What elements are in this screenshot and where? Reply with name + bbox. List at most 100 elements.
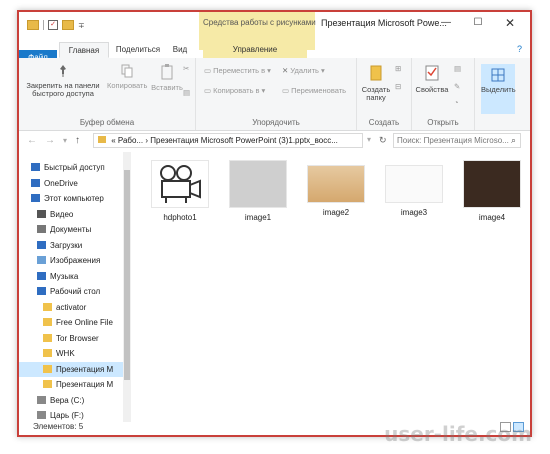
file-name: image4 [478,213,506,222]
nav-item[interactable]: Презентация M [19,361,123,377]
cut-icon[interactable]: ✂ [183,64,189,73]
qat-dropdown-icon[interactable]: ∓ [78,21,85,30]
nav-item[interactable]: WHK [19,346,123,361]
nav-item-label: Презентация M [56,364,114,374]
watermark: user-life.com [384,422,532,446]
nav-item[interactable]: Изображения [19,253,123,268]
nav-item-label: Free Online File [56,318,113,327]
back-icon[interactable]: ← [27,135,37,146]
paste-button[interactable]: Вставить [151,64,183,92]
address-current[interactable]: Презентация Microsoft PowerPoint (3)1.pp… [150,136,338,145]
paste-shortcut-icon[interactable]: ▤ [183,88,190,97]
new-folder-large-icon [359,64,393,84]
nav-item[interactable]: OneDrive [19,176,123,191]
music-icon [37,271,46,280]
pictures-icon [37,256,46,264]
open-icon[interactable]: ▤ [454,64,461,73]
forward-icon[interactable]: → [45,135,55,146]
nav-item-label: Презентация M [56,380,114,389]
nav-item[interactable]: Вера (C:) [19,393,123,408]
navigation-pane: Быстрый доступ OneDrive Этот компьютер Виде… [19,152,123,422]
copy-icon [107,64,147,80]
tab-home[interactable]: Главная [59,42,109,58]
file-name: image1 [244,213,272,222]
ribbon: Закрепить на панели быстрого доступа Коп… [19,58,530,131]
image-thumbnail [385,165,443,203]
rename-label: Переименовать [291,86,347,95]
nav-scrollbar[interactable] [123,152,131,422]
file-item[interactable]: hdphoto1 [141,160,219,222]
easy-access-icon[interactable]: ⊟ [395,82,401,91]
file-item[interactable]: image3 [375,160,453,217]
tab-view[interactable]: Вид [167,42,193,58]
nav-item[interactable]: Этот компьютер [19,191,123,206]
rename-button[interactable]: ▭ Переименовать [282,86,346,95]
nav-item[interactable]: Free Online File [19,315,123,330]
file-item[interactable]: image1 [219,160,297,222]
up-icon[interactable]: ↑ [75,135,80,146]
context-tab-label: Средства работы с рисунками [203,18,316,27]
copy-to-icon: ▭ [204,86,212,95]
nav-item[interactable]: Документы [19,222,123,237]
recent-dropdown-icon[interactable]: ▾ [63,136,67,145]
drive-icon [37,411,46,419]
image-thumbnail [229,160,287,208]
window-title: Презентация Microsoft Powe... [321,18,447,28]
select-label: Выделить [481,85,516,94]
pin-button[interactable]: Закрепить на панели быстрого доступа [23,64,103,98]
window-controls: — ☐ ✕ [430,14,526,34]
search-icon[interactable]: ⌕ [511,135,516,146]
organize-group: ▭ Переместить в ▾ ▭ Копировать в ▾ ✕ Удалит… [196,58,357,130]
folder-icon [43,318,52,326]
edit-icon[interactable]: ✎ [454,82,460,91]
nav-item-label: WHK [56,349,75,358]
new-item-icon[interactable]: ⊞ [395,64,401,73]
file-item[interactable]: image4 [453,160,530,222]
rename-icon: ▭ [282,86,290,95]
nav-item-label: Tor Browser [56,333,99,343]
search-placeholder: Поиск: Презентация Microso... [397,136,509,145]
nav-item[interactable]: Tor Browser [19,331,123,346]
nav-item[interactable]: Видео [19,207,123,222]
nav-item[interactable]: Загрузки [19,238,123,253]
cloud-icon [31,178,40,187]
image-thumbnail [307,165,365,203]
file-item[interactable]: image2 [297,160,375,217]
image-thumbnail [463,160,521,208]
history-icon[interactable]: ◔ [454,98,459,107]
nav-item[interactable]: activator [19,300,123,315]
tab-manage[interactable]: Управление [203,42,307,58]
nav-item[interactable]: Музыка [19,269,123,284]
move-to-button[interactable]: ▭ Переместить в ▾ [204,66,271,75]
move-label: Переместить в [213,66,266,75]
minimize-icon[interactable]: — [430,14,462,34]
nav-item-label: OneDrive [44,178,78,188]
help-icon[interactable]: ? [517,44,522,54]
computer-icon [31,194,40,202]
nav-item[interactable]: Презентация M [19,377,123,392]
projector-icon [151,160,209,208]
nav-scrollbar-thumb[interactable] [124,170,130,380]
nav-item-label: Изображения [50,256,101,265]
search-input[interactable]: Поиск: Презентация Microso... [393,133,521,148]
new-folder-icon[interactable] [62,20,74,30]
delete-button[interactable]: ✕ Удалить ▾ [282,66,325,75]
properties-button[interactable]: Свойства [414,64,450,94]
copy-to-button[interactable]: ▭ Копировать в ▾ [204,86,265,95]
tab-share[interactable]: Поделиться [111,42,165,58]
maximize-icon[interactable]: ☐ [462,14,494,34]
file-name: hdphoto1 [163,213,197,222]
drive-icon [37,395,46,404]
nav-item[interactable]: Рабочий стол [19,284,123,299]
address-prefix[interactable]: « Рабо... › [111,136,148,145]
copy-button[interactable]: Копировать [107,64,147,90]
ribbon-tabs: Файл Главная Поделиться Вид Управление [19,42,530,66]
nav-item[interactable]: Быстрый доступ [19,160,123,175]
select-button[interactable]: Выделить [481,64,516,114]
properties-check-icon[interactable]: ✓ [48,20,58,30]
refresh-icon[interactable]: ↻ [379,135,387,146]
new-folder-button[interactable]: Создать папку [359,64,393,102]
close-icon[interactable]: ✕ [494,14,526,34]
address-box[interactable]: « Рабо... › Презентация Microsoft PowerP… [93,133,363,148]
address-dropdown-icon[interactable]: ▾ [367,135,371,144]
